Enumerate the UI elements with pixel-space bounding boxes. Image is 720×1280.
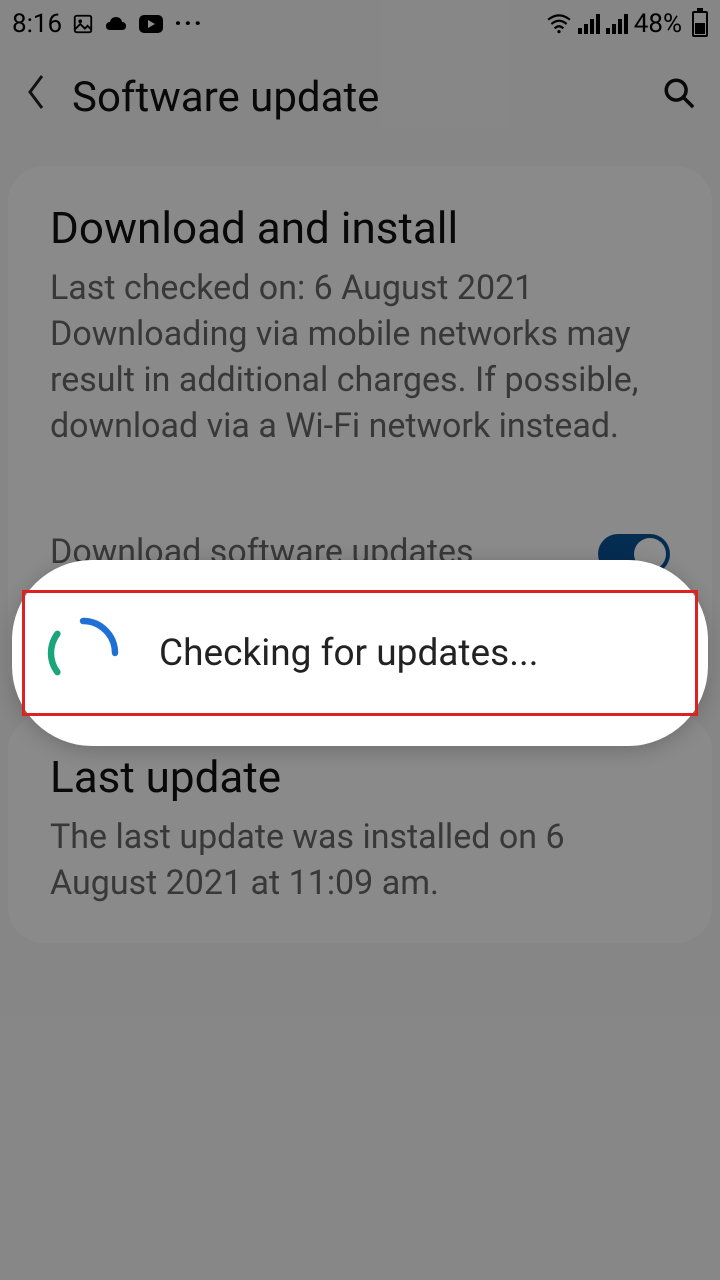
dialog-highlight-box: Checking for updates... bbox=[22, 590, 698, 716]
dialog-message: Checking for updates... bbox=[159, 632, 539, 675]
checking-updates-dialog: Checking for updates... bbox=[12, 560, 708, 746]
loading-spinner-icon bbox=[43, 613, 123, 693]
